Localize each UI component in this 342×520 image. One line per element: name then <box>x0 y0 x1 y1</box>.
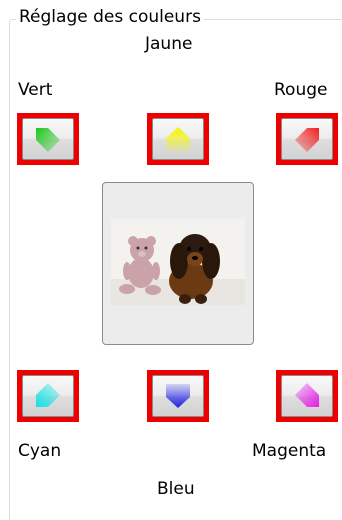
green-button[interactable] <box>17 113 79 165</box>
green-button-face <box>22 118 74 160</box>
preview-frame <box>102 182 254 345</box>
cyan-button-face <box>22 375 74 417</box>
label-blue: Bleu <box>157 479 195 499</box>
blue-button-face <box>152 375 204 417</box>
label-red: Rouge <box>274 80 328 100</box>
preview-image <box>111 219 245 305</box>
green-arrow-icon <box>36 128 60 152</box>
label-yellow: Jaune <box>145 34 193 54</box>
blue-button[interactable] <box>147 370 209 422</box>
cyan-arrow-icon <box>36 383 60 407</box>
blue-arrow-icon <box>166 384 190 408</box>
yellow-button-face <box>152 118 204 160</box>
cyan-button[interactable] <box>17 370 79 422</box>
yellow-button[interactable] <box>147 113 209 165</box>
label-cyan: Cyan <box>18 441 62 461</box>
teddy-and-puppy-photo <box>111 219 245 305</box>
magenta-button-face <box>281 375 333 417</box>
yellow-arrow-icon <box>166 127 190 151</box>
magenta-arrow-icon <box>295 383 319 407</box>
label-magenta: Magenta <box>252 441 327 461</box>
red-button-face <box>281 118 333 160</box>
red-button[interactable] <box>276 113 338 165</box>
magenta-button[interactable] <box>276 370 338 422</box>
group-title: Réglage des couleurs <box>16 6 204 28</box>
label-green: Vert <box>18 80 53 100</box>
red-arrow-icon <box>295 128 319 152</box>
